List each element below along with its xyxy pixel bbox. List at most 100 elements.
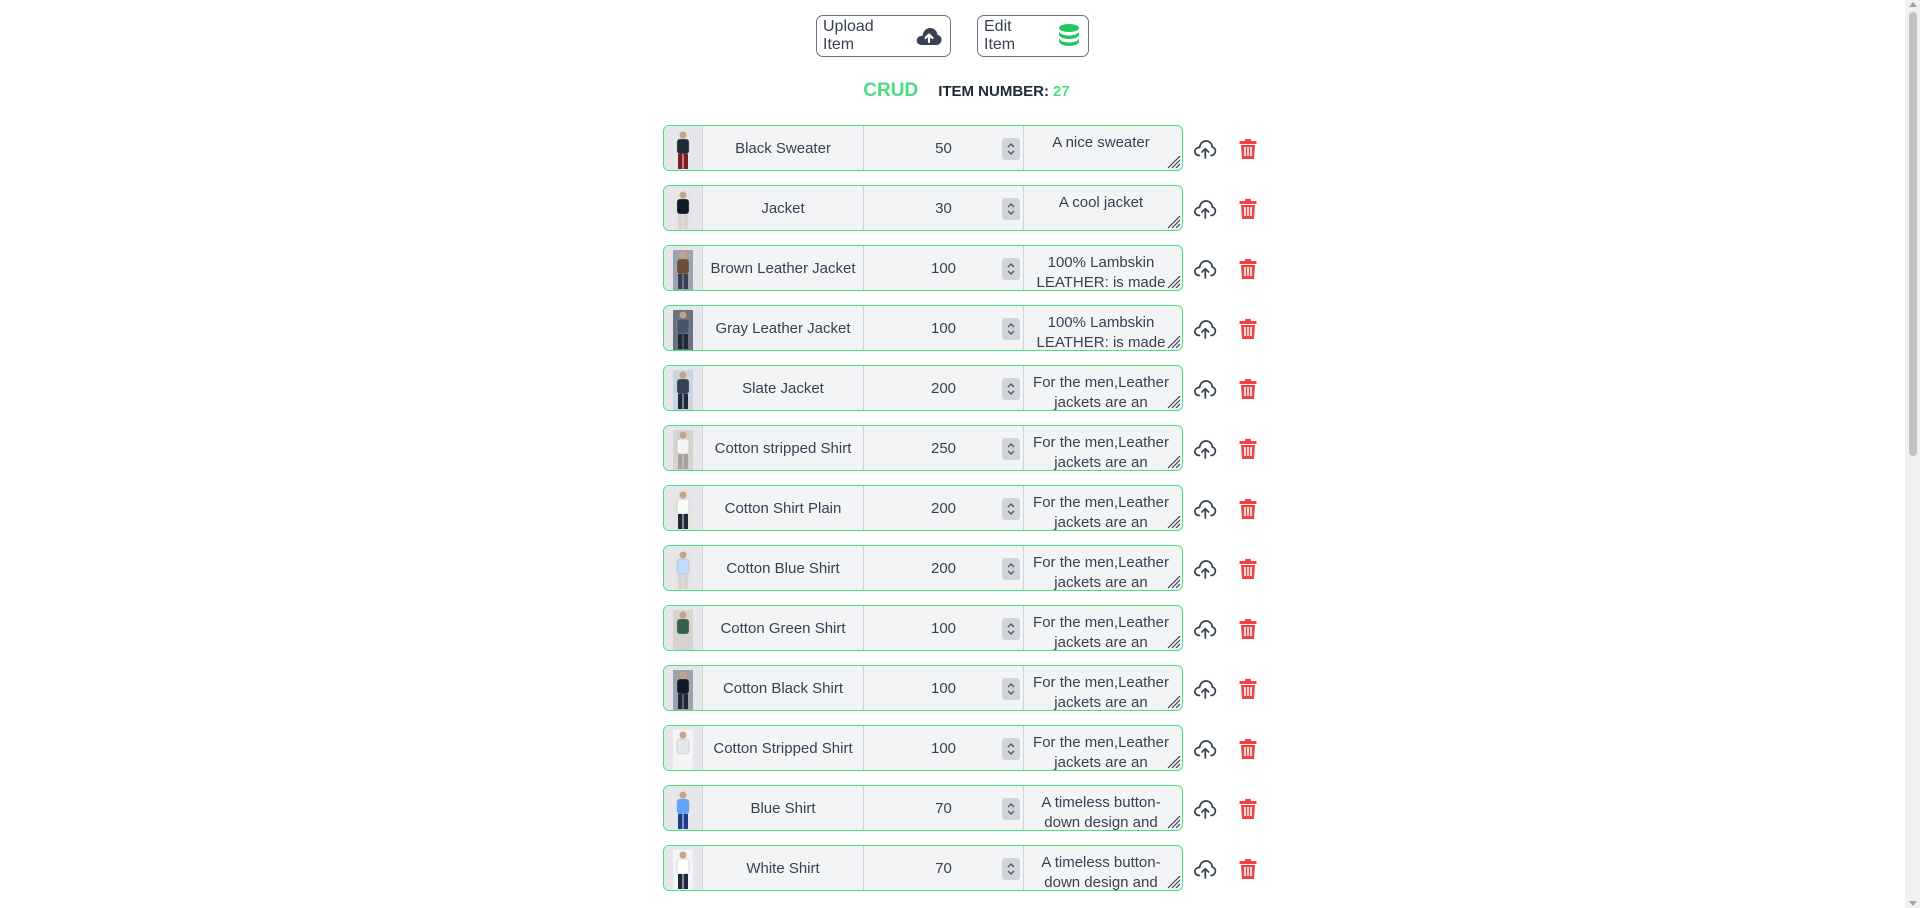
item-description-textarea[interactable]: For the men,Leather jackets are an (1024, 486, 1182, 530)
item-quantity-input[interactable]: 70 (864, 846, 1024, 890)
update-item-button[interactable] (1193, 498, 1217, 525)
delete-item-button[interactable] (1238, 858, 1258, 885)
delete-item-button[interactable] (1238, 498, 1258, 525)
delete-item-button[interactable] (1238, 678, 1258, 705)
quantity-stepper[interactable] (1002, 738, 1020, 760)
scrollbar-thumb[interactable] (1909, 12, 1917, 456)
item-quantity-input[interactable]: 250 (864, 426, 1024, 470)
update-item-button[interactable] (1193, 798, 1217, 825)
item-name-field[interactable]: Blue Shirt (703, 786, 864, 830)
quantity-stepper[interactable] (1002, 558, 1020, 580)
resize-handle-icon[interactable] (1165, 873, 1181, 889)
delete-item-button[interactable] (1238, 258, 1258, 285)
item-description-textarea[interactable]: A timeless button-down design and (1024, 786, 1182, 830)
quantity-stepper[interactable] (1002, 798, 1020, 820)
resize-handle-icon[interactable] (1165, 573, 1181, 589)
item-name-field[interactable]: Cotton Green Shirt (703, 606, 864, 650)
resize-handle-icon[interactable] (1165, 813, 1181, 829)
item-description-textarea[interactable]: A nice sweater (1024, 126, 1182, 170)
item-name-field[interactable]: Gray Leather Jacket (703, 306, 864, 350)
item-image (664, 486, 703, 530)
delete-item-button[interactable] (1238, 798, 1258, 825)
update-item-button[interactable] (1193, 378, 1217, 405)
update-item-button[interactable] (1193, 438, 1217, 465)
delete-item-button[interactable] (1238, 138, 1258, 165)
resize-handle-icon[interactable] (1165, 453, 1181, 469)
resize-handle-icon[interactable] (1165, 213, 1181, 229)
item-quantity-input[interactable]: 70 (864, 786, 1024, 830)
item-description-textarea[interactable]: 100% Lambskin LEATHER: is made of (1024, 306, 1182, 350)
quantity-stepper[interactable] (1002, 498, 1020, 520)
item-description-textarea[interactable]: For the men,Leather jackets are an (1024, 666, 1182, 710)
item-description-textarea[interactable]: 100% Lambskin LEATHER: is made of (1024, 246, 1182, 290)
update-item-button[interactable] (1193, 618, 1217, 645)
delete-item-button[interactable] (1238, 558, 1258, 585)
item-quantity-input[interactable]: 200 (864, 366, 1024, 410)
scroll-down-arrow[interactable] (1909, 901, 1917, 906)
item-description-textarea[interactable]: For the men,Leather jackets are an (1024, 366, 1182, 410)
edit-item-button[interactable]: Edit Item (977, 15, 1089, 57)
delete-item-button[interactable] (1238, 438, 1258, 465)
item-quantity-input[interactable]: 100 (864, 246, 1024, 290)
item-name-field[interactable]: White Shirt (703, 846, 864, 890)
item-quantity-input[interactable]: 100 (864, 606, 1024, 650)
delete-item-button[interactable] (1238, 738, 1258, 765)
quantity-stepper[interactable] (1002, 678, 1020, 700)
quantity-stepper[interactable] (1002, 198, 1020, 220)
resize-handle-icon[interactable] (1165, 693, 1181, 709)
resize-handle-icon[interactable] (1165, 333, 1181, 349)
quantity-stepper[interactable] (1002, 438, 1020, 460)
item-description-textarea[interactable]: For the men,Leather jackets are an (1024, 606, 1182, 650)
item-description-textarea[interactable]: A timeless button-down design and (1024, 846, 1182, 890)
item-name-field[interactable]: Cotton Blue Shirt (703, 546, 864, 590)
item-name-field[interactable]: Black Sweater (703, 126, 864, 170)
delete-item-button[interactable] (1238, 198, 1258, 225)
resize-handle-icon[interactable] (1165, 513, 1181, 529)
quantity-stepper[interactable] (1002, 378, 1020, 400)
item-description-textarea[interactable]: For the men,Leather jackets are an (1024, 426, 1182, 470)
item-quantity-input[interactable]: 200 (864, 546, 1024, 590)
item-name-field[interactable]: Cotton Black Shirt (703, 666, 864, 710)
item-quantity-input[interactable]: 200 (864, 486, 1024, 530)
update-item-button[interactable] (1193, 258, 1217, 285)
update-item-button[interactable] (1193, 678, 1217, 705)
item-name-field[interactable]: Cotton stripped Shirt (703, 426, 864, 470)
resize-handle-icon[interactable] (1165, 753, 1181, 769)
quantity-stepper[interactable] (1002, 618, 1020, 640)
quantity-stepper[interactable] (1002, 138, 1020, 160)
quantity-stepper[interactable] (1002, 858, 1020, 880)
delete-item-button[interactable] (1238, 378, 1258, 405)
scroll-up-arrow[interactable] (1909, 2, 1917, 7)
delete-item-button[interactable] (1238, 618, 1258, 645)
item-quantity-input[interactable]: 100 (864, 726, 1024, 770)
resize-handle-icon[interactable] (1165, 153, 1181, 169)
item-quantity-input[interactable]: 50 (864, 126, 1024, 170)
quantity-stepper[interactable] (1002, 258, 1020, 280)
resize-handle-icon[interactable] (1165, 393, 1181, 409)
scrollbar[interactable] (1905, 0, 1920, 908)
item-name-field[interactable]: Slate Jacket (703, 366, 864, 410)
item-name-field[interactable]: Brown Leather Jacket (703, 246, 864, 290)
update-item-button[interactable] (1193, 198, 1217, 225)
upload-item-button[interactable]: Upload Item (816, 15, 951, 57)
item-name-field[interactable]: Cotton Shirt Plain (703, 486, 864, 530)
item-name-field[interactable]: Cotton Stripped Shirt (703, 726, 864, 770)
update-item-button[interactable] (1193, 138, 1217, 165)
update-item-button[interactable] (1193, 858, 1217, 885)
delete-item-button[interactable] (1238, 318, 1258, 345)
resize-handle-icon[interactable] (1165, 273, 1181, 289)
item-name-field[interactable]: Jacket (703, 186, 864, 230)
update-item-button[interactable] (1193, 558, 1217, 585)
update-item-button[interactable] (1193, 738, 1217, 765)
trash-icon (1239, 139, 1257, 159)
item-quantity-value: 100 (930, 619, 957, 637)
item-quantity-input[interactable]: 100 (864, 306, 1024, 350)
item-quantity-input[interactable]: 30 (864, 186, 1024, 230)
resize-handle-icon[interactable] (1165, 633, 1181, 649)
update-item-button[interactable] (1193, 318, 1217, 345)
item-description-textarea[interactable]: For the men,Leather jackets are an (1024, 726, 1182, 770)
item-description-textarea[interactable]: For the men,Leather jackets are an (1024, 546, 1182, 590)
quantity-stepper[interactable] (1002, 318, 1020, 340)
item-description-textarea[interactable]: A cool jacket (1024, 186, 1182, 230)
item-quantity-input[interactable]: 100 (864, 666, 1024, 710)
